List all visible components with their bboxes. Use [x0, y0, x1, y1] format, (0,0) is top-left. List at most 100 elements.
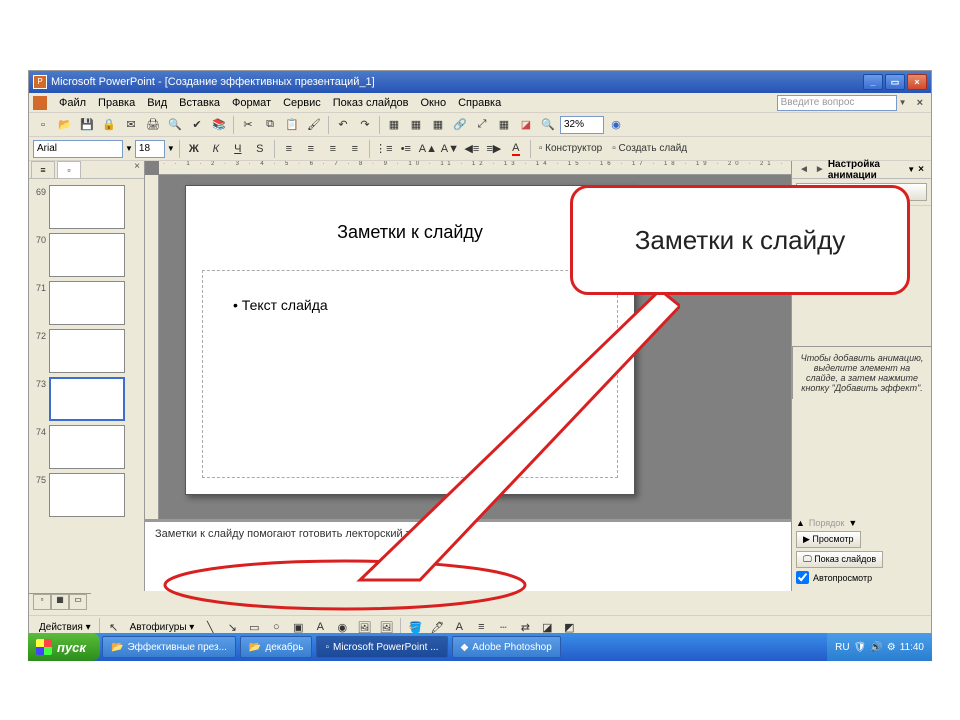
- underline-icon[interactable]: Ч: [228, 139, 248, 159]
- bold-icon[interactable]: Ж: [184, 139, 204, 159]
- reorder-up-icon[interactable]: ▲: [796, 518, 805, 528]
- hyperlink-icon[interactable]: 🔗: [450, 115, 470, 135]
- minimize-button[interactable]: _: [863, 74, 883, 90]
- align-right-icon[interactable]: ≡: [323, 139, 343, 159]
- font-size-input[interactable]: [135, 140, 165, 158]
- permission-icon[interactable]: 🔒: [99, 115, 119, 135]
- undo-icon[interactable]: ↶: [333, 115, 353, 135]
- doc-control-icon[interactable]: [33, 96, 47, 110]
- spell-icon[interactable]: ✔: [187, 115, 207, 135]
- autoshapes-menu[interactable]: Автофигуры ▾: [126, 622, 199, 633]
- font-name-input[interactable]: [33, 140, 123, 158]
- menu-tools[interactable]: Сервис: [277, 95, 327, 111]
- paste-icon[interactable]: 📋: [282, 115, 302, 135]
- slide-thumbnail[interactable]: [49, 329, 125, 373]
- menu-edit[interactable]: Правка: [92, 95, 141, 111]
- table-icon[interactable]: ▦: [406, 115, 426, 135]
- menu-file[interactable]: Файл: [53, 95, 92, 111]
- preview-icon[interactable]: 🔍: [165, 115, 185, 135]
- slides-tab[interactable]: ▫: [57, 161, 81, 178]
- open-icon[interactable]: 📂: [55, 115, 75, 135]
- research-icon[interactable]: 📚: [209, 115, 229, 135]
- tp-close-icon[interactable]: ×: [915, 164, 927, 175]
- slide-thumbnail[interactable]: [49, 185, 125, 229]
- menu-slideshow[interactable]: Показ слайдов: [327, 95, 415, 111]
- tp-fwd-icon[interactable]: ►: [812, 164, 828, 175]
- distribute-icon[interactable]: ≡: [345, 139, 365, 159]
- autopreview-checkbox[interactable]: [796, 571, 809, 584]
- tp-menu-icon[interactable]: ▼: [907, 165, 915, 174]
- close-button[interactable]: ×: [907, 74, 927, 90]
- format-painter-icon[interactable]: 🖌: [304, 115, 324, 135]
- menu-view[interactable]: Вид: [141, 95, 173, 111]
- taskbar-item-4[interactable]: ◆ Adobe Photoshop: [452, 636, 561, 658]
- tray-icon-2[interactable]: 🔊: [870, 642, 882, 653]
- increase-font-icon[interactable]: A▲: [418, 139, 438, 159]
- numbering-icon[interactable]: ⋮≡: [374, 139, 394, 159]
- copy-icon[interactable]: ⧉: [260, 115, 280, 135]
- italic-icon[interactable]: К: [206, 139, 226, 159]
- preview-button[interactable]: ▶ Просмотр: [796, 531, 861, 548]
- slideshow-button[interactable]: 🖵 Показ слайдов: [796, 551, 883, 568]
- increase-indent-icon[interactable]: ≡▶: [484, 139, 504, 159]
- taskbar-item-3[interactable]: ▫ Microsoft PowerPoint ...: [316, 636, 447, 658]
- tray-icon-1[interactable]: 🛡: [854, 642, 867, 653]
- slide-title-placeholder[interactable]: Заметки к слайду: [186, 186, 634, 243]
- zoom-input[interactable]: [560, 116, 604, 134]
- save-icon[interactable]: 💾: [77, 115, 97, 135]
- font-color-icon[interactable]: A: [506, 139, 526, 159]
- slide-thumbnail[interactable]: [49, 233, 125, 277]
- system-tray[interactable]: RU 🛡 🔊 ⚙ 11:40: [827, 633, 932, 661]
- tables-borders-icon[interactable]: ▦: [428, 115, 448, 135]
- doc-close-button[interactable]: ×: [913, 97, 927, 109]
- print-icon[interactable]: 🖨: [143, 115, 163, 135]
- slide-body-placeholder[interactable]: • Текст слайда: [202, 270, 618, 478]
- slide-thumbnail[interactable]: [49, 473, 125, 517]
- slide-thumbnail[interactable]: [49, 281, 125, 325]
- reorder-down-icon[interactable]: ▼: [848, 518, 857, 528]
- slide-bullet-text[interactable]: Текст слайда: [242, 297, 328, 313]
- panel-close-icon[interactable]: ×: [130, 161, 144, 178]
- expand-icon[interactable]: ⤢: [472, 115, 492, 135]
- start-button[interactable]: пуск: [28, 633, 100, 661]
- tray-icon-3[interactable]: ⚙: [887, 642, 896, 653]
- decrease-font-icon[interactable]: A▼: [440, 139, 460, 159]
- notes-pane[interactable]: Заметки к слайду помогают готовить лекто…: [145, 519, 791, 591]
- help-icon[interactable]: ◉: [606, 115, 626, 135]
- shadow-icon[interactable]: S: [250, 139, 270, 159]
- zoom-fit-icon[interactable]: 🔍: [538, 115, 558, 135]
- grid-icon[interactable]: ▦: [494, 115, 514, 135]
- new-icon[interactable]: ▫: [33, 115, 53, 135]
- bullets-icon[interactable]: •≡: [396, 139, 416, 159]
- notes-text[interactable]: Заметки к слайду помогают готовить лекто…: [155, 528, 432, 540]
- dropdown-arrow-icon[interactable]: ▼: [897, 98, 909, 107]
- menu-window[interactable]: Окно: [415, 95, 453, 111]
- taskbar-item-1[interactable]: 📂 Эффективные през...: [102, 636, 236, 658]
- menu-format[interactable]: Формат: [226, 95, 277, 111]
- cut-icon[interactable]: ✂: [238, 115, 258, 135]
- maximize-button[interactable]: ▭: [885, 74, 905, 90]
- actions-menu[interactable]: Действия ▾: [35, 622, 95, 633]
- align-center-icon[interactable]: ≡: [301, 139, 321, 159]
- email-icon[interactable]: ✉: [121, 115, 141, 135]
- new-slide-button[interactable]: ▫ Создать слайд: [608, 141, 691, 156]
- designer-button[interactable]: ▫ Конструктор: [535, 141, 606, 156]
- tray-lang[interactable]: RU: [835, 642, 849, 653]
- taskbar-item-2[interactable]: 📂 декабрь: [240, 636, 313, 658]
- decrease-indent-icon[interactable]: ◀≡: [462, 139, 482, 159]
- slideshow-view-icon[interactable]: ▭: [69, 594, 87, 610]
- chart-icon[interactable]: ▦: [384, 115, 404, 135]
- slide-thumbnail[interactable]: [49, 425, 125, 469]
- color-icon[interactable]: ◪: [516, 115, 536, 135]
- menu-help[interactable]: Справка: [452, 95, 507, 111]
- redo-icon[interactable]: ↷: [355, 115, 375, 135]
- outline-tab[interactable]: ≡: [31, 161, 55, 178]
- normal-view-icon[interactable]: ▫: [33, 594, 51, 610]
- tp-back-icon[interactable]: ◄: [796, 164, 812, 175]
- menu-insert[interactable]: Вставка: [173, 95, 226, 111]
- slide-canvas[interactable]: Заметки к слайду • Текст слайда: [185, 185, 635, 495]
- sorter-view-icon[interactable]: ▦: [51, 594, 69, 610]
- slide-thumbnail[interactable]: [49, 377, 125, 421]
- help-question-box[interactable]: Введите вопрос: [777, 95, 897, 111]
- align-left-icon[interactable]: ≡: [279, 139, 299, 159]
